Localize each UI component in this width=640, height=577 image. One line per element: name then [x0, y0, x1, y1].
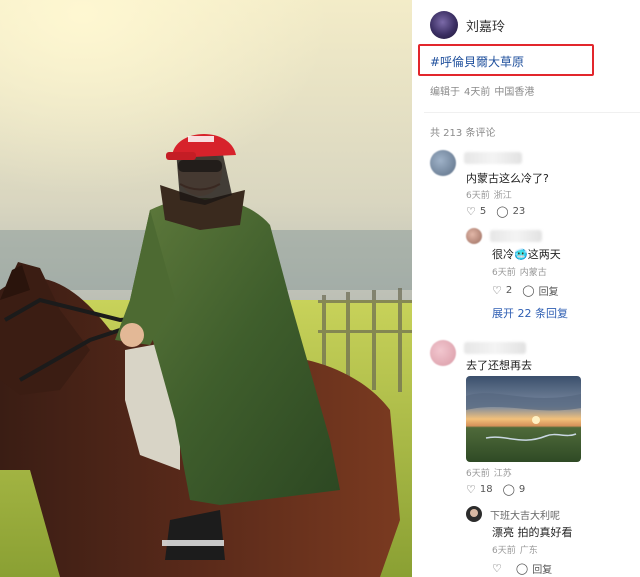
- comment-bubble-icon: ◯: [496, 205, 509, 218]
- reply-label: 回复: [538, 287, 559, 298]
- hashtag-link[interactable]: #呼倫貝爾大草原: [430, 53, 524, 70]
- like-button[interactable]: ♡ 5: [466, 206, 486, 217]
- comment-actions: ♡ 18 ◯ 9: [466, 484, 535, 495]
- reply-count-button[interactable]: ◯ 23: [496, 206, 525, 217]
- reply-time: 6天前: [492, 546, 516, 556]
- post-time: 4天前: [464, 87, 491, 98]
- reply-count: 9: [518, 484, 526, 495]
- comment-time: 6天前: [466, 469, 490, 479]
- thumbs-up-icon: ♡: [466, 205, 476, 218]
- post-photo[interactable]: [0, 0, 412, 577]
- comment-bubble-icon: ◯: [522, 284, 535, 297]
- reply-text: 漂亮 拍的真好看: [492, 526, 573, 539]
- comment-time: 6天前: [466, 191, 490, 201]
- thumbs-up-icon: ♡: [492, 562, 502, 575]
- replier-name-blurred[interactable]: [490, 230, 542, 242]
- reply-location: 内蒙古: [519, 268, 547, 278]
- comment-actions: ♡ 5 ◯ 23: [466, 206, 535, 217]
- post-location: 中国香港: [494, 87, 535, 98]
- commenter-name-blurred[interactable]: [464, 342, 526, 354]
- replier-name[interactable]: 下班大吉大利呢: [490, 507, 560, 522]
- comment-avatar[interactable]: [430, 150, 456, 176]
- author-avatar[interactable]: [430, 11, 458, 39]
- author-name[interactable]: 刘嘉玲: [466, 16, 505, 35]
- reply-button[interactable]: ◯ 回复: [522, 283, 558, 298]
- reply-text: 很冷🥶这两天: [492, 248, 561, 261]
- like-button[interactable]: ♡ 18: [466, 484, 493, 495]
- reply-avatar[interactable]: [466, 506, 482, 522]
- comment-location: 浙江: [493, 191, 512, 201]
- commenter-name-blurred[interactable]: [464, 152, 522, 164]
- divider: [424, 112, 640, 113]
- post-author[interactable]: 刘嘉玲: [430, 10, 505, 40]
- post-meta: 编辑于 4天前 中国香港: [430, 83, 538, 98]
- reply-label: 回复: [532, 565, 553, 576]
- reply-location: 广东: [519, 546, 538, 556]
- reply-count: 23: [512, 206, 526, 217]
- comment-bubble-icon: ◯: [515, 562, 529, 575]
- like-count: 2: [505, 285, 513, 296]
- thumbs-up-icon: ♡: [492, 284, 502, 297]
- reply-actions: ♡ ◯ 回复: [492, 561, 562, 576]
- rider-on-horse-image: [0, 0, 412, 577]
- reply-meta: 6天前 内蒙古: [492, 265, 551, 278]
- reply-button[interactable]: ◯ 回复: [516, 561, 552, 576]
- thumbs-up-icon: ♡: [466, 483, 476, 496]
- reply-meta: 6天前 广东: [492, 543, 542, 556]
- reply-actions: ♡ 2 ◯ 回复: [492, 283, 569, 298]
- reply-count-button[interactable]: ◯ 9: [503, 484, 526, 495]
- comment-bubble-icon: ◯: [502, 483, 515, 496]
- like-button[interactable]: ♡: [492, 563, 506, 574]
- comment-text: 内蒙古这么冷了?: [466, 172, 549, 185]
- comment-count: 共 213 条评论: [430, 128, 496, 139]
- like-count: 18: [479, 484, 493, 495]
- sunset-grassland-image: [466, 376, 581, 462]
- comment-meta: 6天前 浙江: [466, 188, 516, 201]
- expand-replies-link[interactable]: 展开 22 条回复: [492, 305, 568, 321]
- like-count: 5: [479, 206, 487, 217]
- comment-text: 去了还想再去: [466, 359, 532, 372]
- comment-image[interactable]: [466, 376, 581, 462]
- comment-location: 江苏: [493, 469, 512, 479]
- like-button[interactable]: ♡ 2: [492, 285, 512, 296]
- hashtag-highlight-box: #呼倫貝爾大草原: [418, 44, 594, 76]
- reply-avatar[interactable]: [466, 228, 482, 244]
- comment-panel: 刘嘉玲 #呼倫貝爾大草原 编辑于 4天前 中国香港 共 213 条评论 内蒙古这么冷…: [412, 0, 640, 577]
- comment-avatar[interactable]: [430, 340, 456, 366]
- edited-label: 编辑于: [430, 87, 460, 98]
- comment-meta: 6天前 江苏: [466, 466, 516, 479]
- reply-time: 6天前: [492, 268, 516, 278]
